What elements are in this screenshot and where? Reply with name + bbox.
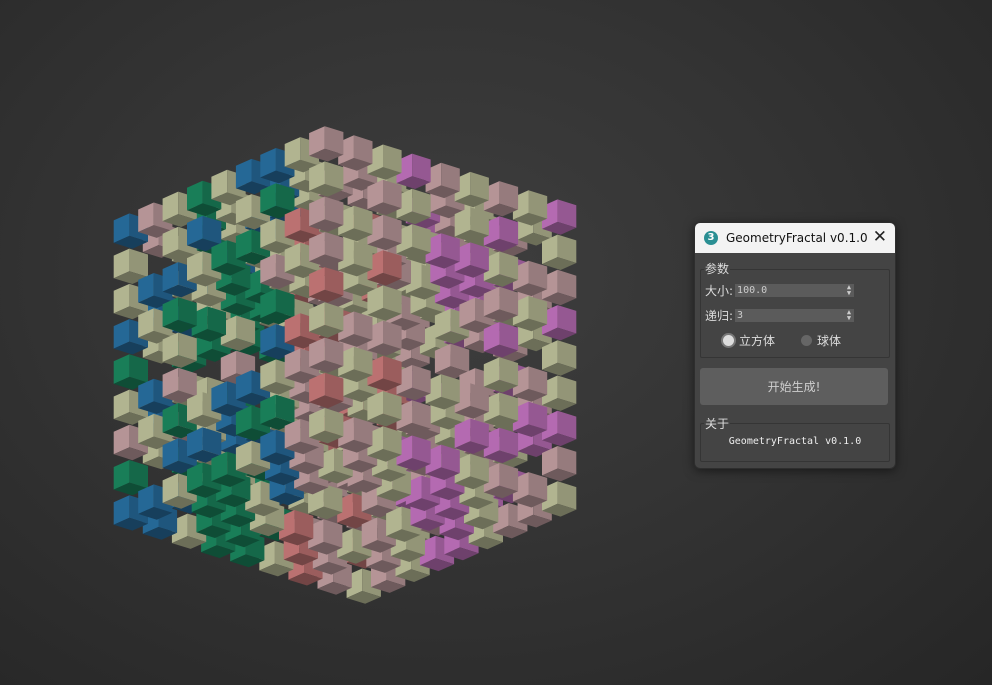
fractal-cube bbox=[483, 322, 519, 358]
fractal-cube bbox=[162, 332, 197, 368]
about-text: GeometryFractal v0.1.0 bbox=[728, 436, 862, 447]
fractal-cube bbox=[425, 162, 460, 199]
fractal-cube bbox=[483, 357, 519, 393]
fractal-cube bbox=[483, 427, 519, 464]
recursion-label: 递归: bbox=[705, 309, 734, 323]
geometry-fractal-dialog: 3 GeometryFractal v0.1.0 ✕ 参数 大小: 100.0 ▲… bbox=[694, 222, 896, 469]
fractal-cube bbox=[367, 250, 402, 286]
fractal-cube bbox=[483, 251, 519, 287]
radio-cube[interactable]: 立方体 bbox=[723, 332, 775, 349]
radio-sphere[interactable]: 球体 bbox=[801, 332, 841, 349]
fractal-cube bbox=[454, 453, 489, 490]
fractal-cube bbox=[483, 181, 519, 217]
fractal-cube bbox=[191, 306, 226, 342]
radio-unselected-icon bbox=[801, 335, 813, 346]
fractal-cube bbox=[367, 355, 402, 392]
fractal-cube bbox=[367, 426, 402, 462]
fractal-cube bbox=[483, 216, 519, 252]
params-group-label: 参数 bbox=[704, 260, 731, 277]
fractal-cube bbox=[542, 234, 577, 270]
fractal-cube bbox=[367, 285, 402, 321]
fractal-cube bbox=[162, 297, 197, 333]
fractal-cube bbox=[483, 462, 519, 499]
fractal-cube bbox=[367, 144, 402, 180]
title-bar[interactable]: 3 GeometryFractal v0.1.0 ✕ bbox=[695, 223, 895, 253]
fractal-cube bbox=[396, 400, 431, 436]
fractal-cube bbox=[425, 444, 460, 480]
fractal-cube bbox=[396, 224, 431, 260]
fractal-cube bbox=[309, 267, 344, 303]
size-value: 100.0 bbox=[737, 285, 768, 296]
fractal-cube bbox=[309, 408, 344, 444]
fractal-cube bbox=[425, 374, 460, 410]
fractal-cube bbox=[454, 207, 489, 243]
fractal-cube bbox=[454, 242, 489, 278]
size-spinner[interactable]: 100.0 ▲ ▼ bbox=[735, 284, 855, 297]
fractal-cube bbox=[367, 320, 402, 356]
fractal-cube bbox=[309, 231, 344, 268]
fractal-cube bbox=[542, 340, 577, 376]
close-icon[interactable]: ✕ bbox=[873, 227, 887, 247]
spinner-arrows-icon[interactable]: ▲ ▼ bbox=[847, 309, 851, 322]
fractal-cube bbox=[542, 446, 577, 482]
radio-cube-label: 立方体 bbox=[739, 334, 776, 348]
fractal-cube bbox=[396, 153, 431, 189]
fractal-cube bbox=[309, 337, 344, 373]
fractal-cube bbox=[309, 126, 344, 162]
fractal-cube bbox=[454, 171, 489, 208]
fractal-cube bbox=[309, 196, 344, 232]
fractal-cube bbox=[483, 392, 519, 428]
size-label: 大小: bbox=[705, 284, 734, 298]
app-logo-icon: 3 bbox=[704, 231, 718, 245]
spinner-arrows-icon[interactable]: ▲ ▼ bbox=[847, 284, 851, 297]
fractal-cube bbox=[396, 435, 431, 471]
fractal-cube bbox=[454, 418, 489, 454]
fractal-cube bbox=[367, 179, 402, 216]
fractal-cube bbox=[396, 365, 431, 401]
fractal-cube bbox=[309, 302, 344, 338]
about-group-label: 关于 bbox=[704, 415, 731, 432]
fractal-cube bbox=[396, 188, 431, 225]
fractal-cube bbox=[483, 286, 519, 323]
fractal-cube bbox=[367, 214, 402, 251]
dialog-title: GeometryFractal v0.1.0 bbox=[726, 231, 868, 245]
radio-sphere-label: 球体 bbox=[817, 334, 842, 348]
generate-button[interactable]: 开始生成! bbox=[700, 368, 888, 405]
recursion-value: 3 bbox=[737, 310, 744, 321]
fractal-cube bbox=[309, 161, 344, 197]
recursion-spinner[interactable]: 3 ▲ ▼ bbox=[735, 309, 855, 322]
fractal-cube bbox=[367, 391, 402, 427]
radio-selected-icon bbox=[723, 335, 734, 346]
fractal-cube bbox=[425, 233, 460, 269]
fractal-cube bbox=[309, 372, 344, 409]
fractal-cube bbox=[454, 383, 489, 419]
